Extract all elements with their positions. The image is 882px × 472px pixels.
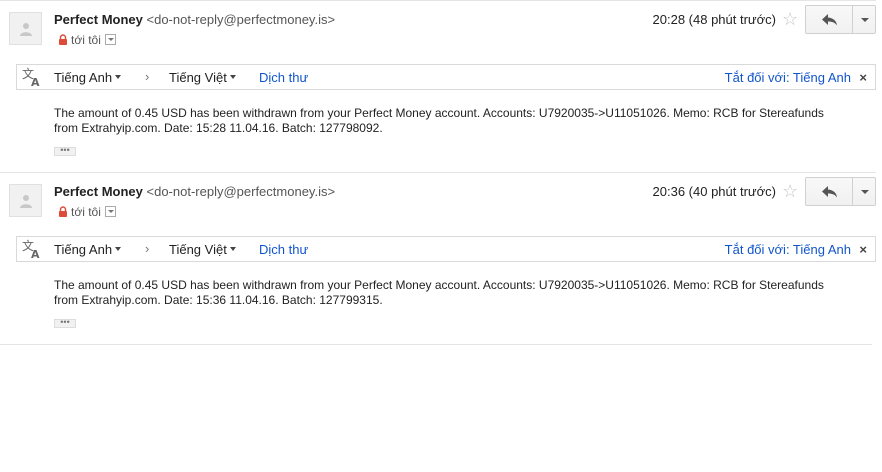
reply-icon (822, 14, 837, 26)
star-icon[interactable]: ☆ (782, 181, 798, 201)
svg-text:A: A (31, 76, 40, 87)
caret-down-icon (115, 75, 122, 79)
divider (0, 172, 876, 173)
recipient-details-dropdown[interactable] (104, 206, 116, 217)
reply-icon (822, 186, 837, 198)
sender-avatar[interactable] (9, 12, 42, 45)
svg-text:A: A (31, 248, 40, 259)
divider (0, 344, 872, 345)
sender-name[interactable]: Perfect Money (54, 184, 143, 199)
more-actions-button[interactable] (852, 5, 876, 34)
translate-icon: 文A (22, 238, 44, 262)
recipient-line: tới tôi (58, 33, 116, 48)
person-icon (20, 195, 32, 208)
person-icon (20, 23, 32, 36)
translate-message-link[interactable]: Dịch thư (259, 242, 308, 257)
translate-bar: 文A Tiếng Anh › Tiếng Việt Dịch thư Tắt đ… (16, 64, 876, 90)
message-body: The amount of 0.45 USD has been withdraw… (54, 106, 824, 135)
lock-icon (58, 206, 68, 220)
message-time: 20:36 (40 phút trước) (652, 184, 776, 199)
message-body: The amount of 0.45 USD has been withdraw… (54, 278, 824, 307)
reply-button[interactable] (805, 177, 853, 206)
target-language-dropdown[interactable]: Tiếng Việt (169, 70, 236, 85)
sender-name[interactable]: Perfect Money (54, 12, 143, 27)
sender-avatar[interactable] (9, 184, 42, 217)
sender-line: Perfect Money <do-not-reply@perfectmoney… (54, 12, 335, 27)
chevron-right-icon: › (145, 69, 150, 84)
recipient-label: tới tôi (71, 33, 101, 47)
source-language-label: Tiếng Anh (54, 242, 113, 257)
email-message: Perfect Money <do-not-reply@perfectmoney… (0, 0, 882, 172)
target-language-label: Tiếng Việt (169, 242, 227, 257)
source-language-dropdown[interactable]: Tiếng Anh (54, 70, 122, 85)
source-language-label: Tiếng Anh (54, 70, 113, 85)
turn-off-translation-link[interactable]: Tắt đối với: Tiếng Anh (725, 70, 851, 85)
show-trimmed-content-button[interactable]: ••• (54, 318, 76, 328)
translate-message-link[interactable]: Dịch thư (259, 70, 308, 85)
message-time: 20:28 (48 phút trước) (652, 12, 776, 27)
turn-off-translation-link[interactable]: Tắt đối với: Tiếng Anh (725, 242, 851, 257)
close-icon[interactable]: × (859, 70, 867, 85)
chevron-right-icon: › (145, 241, 150, 256)
lock-icon (58, 34, 68, 48)
email-message: Perfect Money <do-not-reply@perfectmoney… (0, 172, 882, 344)
sender-email: <do-not-reply@perfectmoney.is> (146, 184, 336, 199)
caret-down-icon (229, 247, 236, 251)
show-trimmed-content-button[interactable]: ••• (54, 146, 76, 156)
caret-down-icon (229, 75, 236, 79)
reply-button[interactable] (805, 5, 853, 34)
caret-down-icon (115, 247, 122, 251)
recipient-label: tới tôi (71, 205, 101, 219)
target-language-dropdown[interactable]: Tiếng Việt (169, 242, 236, 257)
source-language-dropdown[interactable]: Tiếng Anh (54, 242, 122, 257)
star-icon[interactable]: ☆ (782, 9, 798, 29)
sender-line: Perfect Money <do-not-reply@perfectmoney… (54, 184, 335, 199)
divider (0, 0, 876, 1)
recipient-line: tới tôi (58, 205, 116, 220)
translate-icon: 文A (22, 66, 44, 90)
sender-email: <do-not-reply@perfectmoney.is> (146, 12, 336, 27)
recipient-details-dropdown[interactable] (104, 34, 116, 45)
close-icon[interactable]: × (859, 242, 867, 257)
target-language-label: Tiếng Việt (169, 70, 227, 85)
translate-bar: 文A Tiếng Anh › Tiếng Việt Dịch thư Tắt đ… (16, 236, 876, 262)
more-actions-button[interactable] (852, 177, 876, 206)
